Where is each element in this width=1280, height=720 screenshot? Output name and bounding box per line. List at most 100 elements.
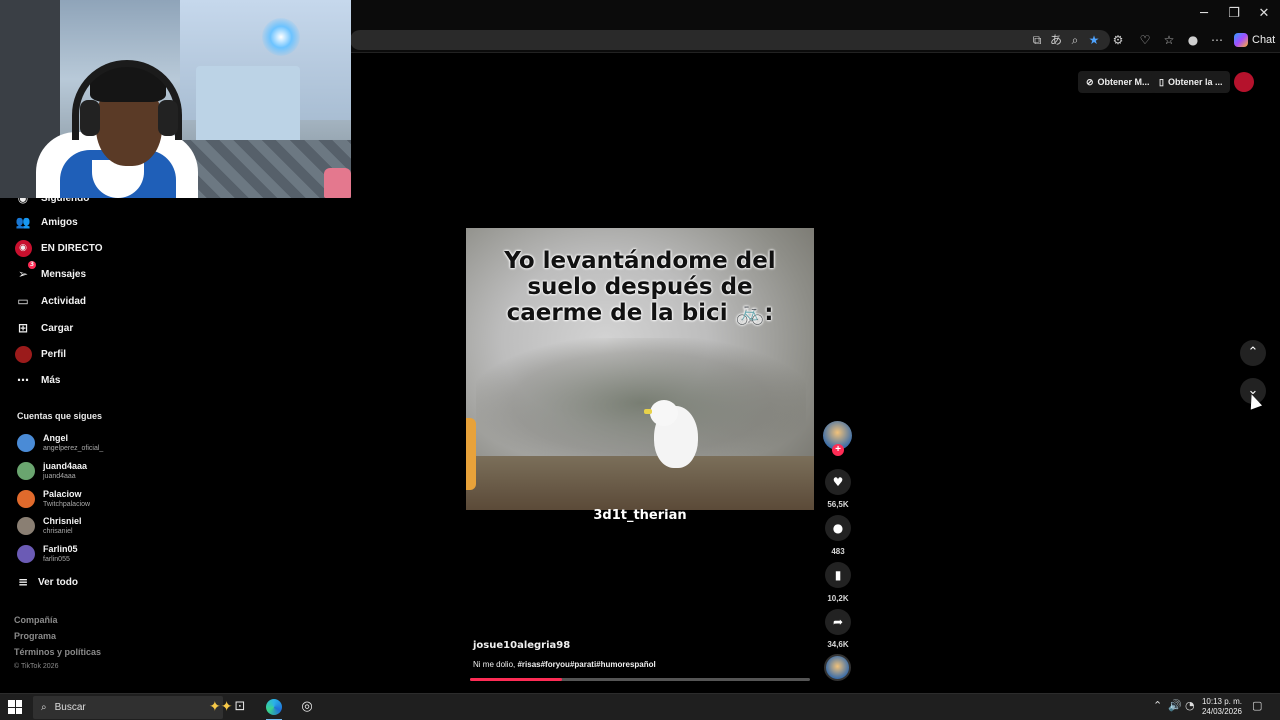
heart-icon: ♥: [832, 475, 844, 489]
footer-link-terms[interactable]: Términos y políticas: [14, 647, 101, 657]
friends-icon: 👥: [15, 215, 31, 229]
get-app-button[interactable]: ⊘ Obtener M...: [1078, 71, 1158, 93]
sidebar-item-label: EN DIRECTO: [41, 242, 103, 254]
comment-button[interactable]: ●: [825, 515, 851, 541]
close-window-button[interactable]: ✕: [1249, 4, 1279, 24]
video-caption: Yo levantándome del suelo después de cae…: [504, 248, 776, 326]
more-icon[interactable]: ⋯: [1208, 31, 1226, 49]
search-icon: ⌕: [41, 702, 47, 713]
tray-chevron-up-icon[interactable]: ⌃: [1153, 699, 1162, 712]
app-icon: ⊘: [1086, 76, 1094, 87]
minimize-button[interactable]: ─: [1189, 4, 1219, 24]
more-dots-icon: ⋯: [17, 373, 29, 387]
chevron-up-icon: ⌃: [1247, 345, 1259, 360]
account-handle: farlin055: [43, 556, 70, 563]
like-button[interactable]: ♥: [825, 469, 851, 495]
bookmark-icon: ▮: [834, 568, 842, 582]
account-item-farlin05[interactable]: Farlin05 farlin055: [17, 542, 78, 566]
favorite-star-icon[interactable]: ★: [1085, 31, 1103, 49]
sidebar-item-upload[interactable]: ⊞ Cargar: [14, 318, 73, 338]
avatar: [17, 462, 35, 480]
restore-button[interactable]: ❐: [1219, 4, 1249, 24]
sidebar-item-activity[interactable]: ▭ Actividad: [14, 291, 86, 311]
copilot-chat-button[interactable]: Chat: [1234, 31, 1275, 49]
sidebar-item-messages[interactable]: ➢ 3 Mensajes: [14, 261, 87, 284]
extensions-icon[interactable]: ⚙: [1109, 31, 1127, 49]
get-app-label: Obtener M...: [1097, 77, 1150, 87]
search-placeholder: Buscar: [54, 702, 86, 713]
notifications-icon[interactable]: ▢: [1252, 699, 1262, 712]
avatar: [17, 434, 35, 452]
get-desktop-app-button[interactable]: ▯ Obtener la ...: [1151, 71, 1231, 93]
user-avatar[interactable]: [1234, 72, 1254, 92]
account-handle: juand4aaa: [43, 473, 76, 480]
taskbar-search[interactable]: ⌕ Buscar ✦✦: [33, 696, 232, 719]
account-name: Chrisniel: [43, 516, 82, 526]
edge-taskbar-icon[interactable]: [264, 697, 284, 717]
obs-taskbar-icon[interactable]: ◎: [297, 697, 317, 717]
account-name: Palaciow: [43, 489, 82, 499]
account-name: juand4aaa: [43, 461, 88, 471]
task-view-icon[interactable]: ⊡: [230, 697, 250, 717]
webcam-overlay: [0, 0, 351, 198]
following-accounts-title: Cuentas que sigues: [17, 411, 103, 421]
account-item-chrisniel[interactable]: Chrisniel chrisaniel: [17, 514, 82, 538]
save-button[interactable]: ▮: [825, 562, 851, 588]
account-item-palaciow[interactable]: Palaciow Twitchpalaciow: [17, 487, 90, 511]
sidebar-item-more[interactable]: ⋯ Más: [14, 370, 60, 390]
account-handle: chrisaniel: [43, 528, 73, 535]
video-description: Ni me dolio, #risas#foryou#parati#humore…: [473, 660, 656, 669]
footer-link-company[interactable]: Compañía: [14, 615, 58, 625]
activity-icon: ▭: [17, 294, 29, 308]
video-overlay-username: 3d1t_therian: [593, 508, 687, 523]
sidebar-item-label: Perfil: [41, 348, 67, 360]
account-item-angel[interactable]: Angel angelperez_oficial_: [17, 431, 103, 455]
comment-count: 483: [831, 547, 845, 556]
account-item-juand4aaa[interactable]: juand4aaa juand4aaa: [17, 459, 87, 483]
messages-badge: 3: [28, 261, 36, 269]
avatar: [17, 490, 35, 508]
volume-icon[interactable]: 🔊: [1168, 699, 1182, 712]
music-disc[interactable]: [824, 654, 851, 681]
zoom-icon[interactable]: ⌕: [1066, 31, 1084, 49]
share-button[interactable]: ➦: [825, 609, 851, 635]
app-available-icon[interactable]: ⧉: [1028, 31, 1046, 49]
browser-essentials-icon[interactable]: ♡: [1136, 31, 1154, 49]
clock-time: 10:13 p. m.: [1201, 697, 1243, 706]
wifi-icon[interactable]: ◔: [1185, 699, 1195, 712]
sidebar-item-label: Cargar: [41, 322, 74, 334]
messages-icon: ➢ 3: [17, 261, 36, 281]
address-bar[interactable]: [350, 30, 1110, 50]
comment-icon: ●: [832, 521, 844, 535]
footer-link-program[interactable]: Programa: [14, 631, 56, 641]
sidebar-item-profile[interactable]: Perfil: [14, 344, 66, 364]
profile-avatar-icon: [14, 345, 32, 363]
description-hashtags[interactable]: #risas#foryou#parati#humorespañol: [517, 660, 655, 669]
account-name: Farlin05: [43, 544, 78, 554]
copyright: © TikTok 2026: [14, 663, 59, 670]
description-text: Ni me dolio,: [473, 660, 518, 669]
see-all-button[interactable]: ≡ Ver todo: [17, 572, 78, 592]
avatar: [17, 545, 35, 563]
profile-icon[interactable]: ●: [1184, 31, 1202, 49]
video-author[interactable]: josue10alegria98: [473, 640, 570, 651]
follow-plus-icon[interactable]: +: [832, 444, 844, 456]
start-button[interactable]: [8, 700, 22, 714]
video-progress-bar[interactable]: [470, 678, 810, 681]
chat-label: Chat: [1252, 34, 1276, 46]
taskbar-clock[interactable]: 10:13 p. m. 24/03/2026: [1196, 697, 1248, 717]
translate-icon[interactable]: あ: [1047, 31, 1065, 49]
upload-icon: ⊞: [17, 321, 29, 335]
share-icon: ➦: [832, 615, 844, 629]
like-count: 56,5K: [827, 500, 849, 509]
save-count: 10,2K: [827, 594, 849, 603]
favorites-icon[interactable]: ☆: [1160, 31, 1178, 49]
device-icon: ▯: [1159, 76, 1164, 87]
sidebar-item-friends[interactable]: 👥 Amigos: [14, 212, 78, 232]
sidebar-item-label: Mensajes: [41, 268, 87, 280]
video-player[interactable]: Yo levantándome del suelo después de cae…: [466, 228, 814, 510]
sidebar-item-live[interactable]: ◉ EN DIRECTO: [14, 238, 103, 258]
video-progress-fill: [470, 678, 562, 681]
previous-video-button[interactable]: ⌃: [1240, 340, 1266, 366]
live-icon: ◉: [14, 239, 32, 257]
